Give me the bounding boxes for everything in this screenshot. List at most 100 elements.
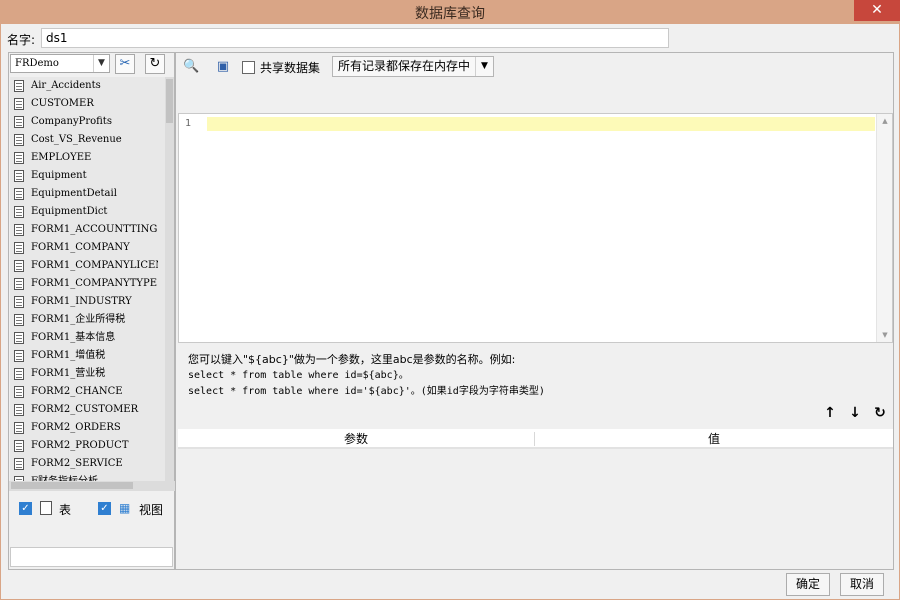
scroll-up-icon[interactable]: ▲	[877, 116, 893, 126]
refresh-icon[interactable]: ↻	[871, 404, 889, 422]
close-button[interactable]: ✕	[854, 0, 900, 21]
table-name: FORM1_ACCOUNTTINGSYSTEM	[31, 224, 158, 235]
table-list-item[interactable]: Cost_VS_Revenue	[10, 131, 158, 149]
table-icon	[14, 80, 24, 92]
view-icon: ▦	[119, 501, 131, 515]
table-name: EquipmentDict	[31, 206, 108, 217]
table-list-item[interactable]: FORM1_INDUSTRY	[10, 293, 158, 311]
parameter-table[interactable]: 参数 值	[178, 429, 893, 569]
table-list-item[interactable]: F财务指标分析	[10, 473, 158, 481]
table-name: FORM1_INDUSTRY	[31, 296, 132, 307]
name-input[interactable]: ds1	[41, 28, 669, 48]
move-down-icon[interactable]: ↓	[846, 404, 864, 422]
query-toolbar: 🔍 ▣ 共享数据集 所有记录都保存在内存中 ▼	[176, 53, 893, 81]
title-bar: 数据库查询 ✕	[0, 0, 900, 24]
tools-icon[interactable]: ✂	[115, 54, 135, 74]
table-name: FORM1_COMPANY	[31, 242, 130, 253]
table-list-item[interactable]: FORM1_ACCOUNTTINGSYSTEM	[10, 221, 158, 239]
table-icon	[14, 332, 24, 344]
view-filter-label: 视图	[139, 503, 164, 517]
table-icon	[14, 206, 24, 218]
editor-vscroll[interactable]: ▲ ▼	[876, 114, 892, 342]
memory-mode-select[interactable]: 所有记录都保存在内存中 ▼	[332, 56, 494, 77]
window-title: 数据库查询	[415, 6, 485, 22]
table-list-item[interactable]: FORM2_SERVICE	[10, 455, 158, 473]
parameter-table-header: 参数 值	[178, 429, 893, 449]
table-list-item[interactable]: FORM2_CUSTOMER	[10, 401, 158, 419]
chevron-down-icon[interactable]: ▼	[93, 55, 109, 72]
table-list-item[interactable]: FORM1_COMPANY	[10, 239, 158, 257]
table-icon	[40, 501, 52, 515]
table-icon	[14, 98, 24, 110]
ok-button[interactable]: 确定	[786, 573, 830, 596]
table-name: FORM1_增值税	[31, 350, 106, 361]
table-name: FORM1_企业所得税	[31, 314, 126, 325]
scroll-down-icon[interactable]: ▼	[877, 330, 893, 340]
table-list-item[interactable]: Equipment	[10, 167, 158, 185]
table-list-item[interactable]: CUSTOMER	[10, 95, 158, 113]
database-select[interactable]: FRDemo ▼	[10, 54, 110, 73]
filter-row: ✓ 表 ✓ ▦ 视图	[9, 498, 174, 520]
table-icon	[14, 260, 24, 272]
table-name: FORM1_COMPANYTYPE	[31, 278, 158, 289]
table-name: Air_Accidents	[31, 80, 101, 91]
hint-line-1: 您可以键入"${abc}"做为一个参数，这里abc是参数的名称。例如:	[188, 353, 516, 366]
table-icon	[14, 458, 24, 470]
table-list-vscroll[interactable]	[165, 77, 174, 481]
table-list-item[interactable]: FORM1_COMPANYTYPE	[10, 275, 158, 293]
table-browser-panel: FRDemo ▼ ✂ ↻ Air_Accidents CUSTOMER Compan…	[8, 52, 175, 570]
table-list-item[interactable]: Air_Accidents	[10, 77, 158, 95]
sql-editor[interactable]: 1 ▲ ▼	[178, 113, 893, 343]
hint-line-3: select * from table where id='${abc}'。(如…	[188, 386, 545, 397]
query-panel: 🔍 ▣ 共享数据集 所有记录都保存在内存中 ▼ 1 ▲ ▼ 您可以键入"${ab…	[175, 52, 894, 570]
table-filter-label: 表	[59, 503, 72, 517]
table-checkbox[interactable]: ✓	[19, 502, 32, 515]
table-list-item[interactable]: EMPLOYEE	[10, 149, 158, 167]
table-name: FORM2_PRODUCT	[31, 440, 129, 451]
move-up-icon[interactable]: ↑	[821, 404, 839, 422]
table-search-input[interactable]	[10, 547, 173, 567]
table-list-item[interactable]: FORM1_增值税	[10, 347, 158, 365]
preview-icon[interactable]: 🔍	[183, 59, 199, 75]
table-icon	[14, 350, 24, 362]
table-icon	[14, 116, 24, 128]
table-name: Cost_VS_Revenue	[31, 134, 122, 145]
refresh-icon[interactable]: ↻	[145, 54, 165, 74]
parameter-hint: 您可以键入"${abc}"做为一个参数，这里abc是参数的名称。例如: sele…	[188, 352, 545, 400]
line-number: 1	[185, 118, 192, 129]
table-list-item[interactable]: FORM1_基本信息	[10, 329, 158, 347]
table-list[interactable]: Air_Accidents CUSTOMER CompanyProfits Cost_…	[10, 77, 174, 481]
table-list-item[interactable]: FORM1_COMPANYLICENSE	[10, 257, 158, 275]
table-list-item[interactable]: EquipmentDetail	[10, 185, 158, 203]
vscroll-thumb[interactable]	[166, 79, 173, 123]
table-list-item[interactable]: FORM2_CHANCE	[10, 383, 158, 401]
table-name: EMPLOYEE	[31, 152, 92, 163]
table-list-hscroll[interactable]	[9, 481, 175, 491]
line-number-gutter: 1	[179, 114, 207, 342]
table-list-item[interactable]: FORM1_营业税	[10, 365, 158, 383]
table-name: FORM1_COMPANYLICENSE	[31, 260, 158, 271]
table-icon	[14, 188, 24, 200]
hscroll-thumb[interactable]	[11, 482, 133, 489]
table-list-item[interactable]: FORM1_企业所得税	[10, 311, 158, 329]
table-list-item[interactable]: EquipmentDict	[10, 203, 158, 221]
table-list-item[interactable]: CompanyProfits	[10, 113, 158, 131]
table-icon	[14, 422, 24, 434]
chevron-down-icon[interactable]: ▼	[475, 57, 493, 76]
share-dataset-checkbox[interactable]	[242, 61, 255, 74]
table-icon	[14, 314, 24, 326]
table-icon	[14, 296, 24, 308]
view-checkbox[interactable]: ✓	[98, 502, 111, 515]
table-icon	[14, 386, 24, 398]
database-select-value: FRDemo	[15, 58, 59, 69]
table-name: FORM2_ORDERS	[31, 422, 121, 433]
hint-line-2: select * from table where id=${abc}。	[188, 370, 409, 381]
table-list-item[interactable]: FORM2_PRODUCT	[10, 437, 158, 455]
table-icon	[14, 242, 24, 254]
save-icon[interactable]: ▣	[215, 59, 231, 75]
table-icon	[14, 152, 24, 164]
table-name: FORM1_基本信息	[31, 332, 116, 343]
table-list-item[interactable]: FORM2_ORDERS	[10, 419, 158, 437]
cancel-button[interactable]: 取消	[840, 573, 884, 596]
table-name: EquipmentDetail	[31, 188, 117, 199]
